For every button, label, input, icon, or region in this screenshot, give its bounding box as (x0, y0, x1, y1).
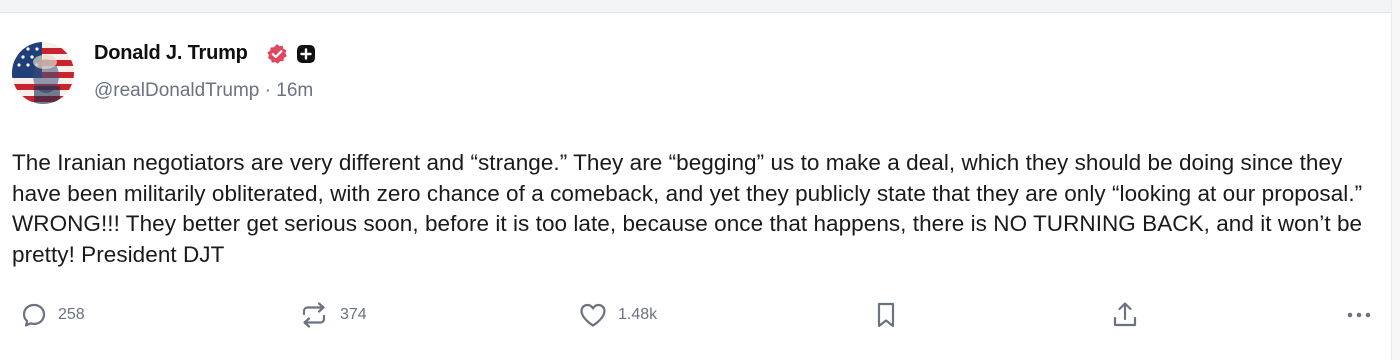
reply-button[interactable]: 258 (20, 300, 85, 330)
author-name[interactable]: Donald J. Trump (94, 42, 248, 65)
heart-icon (580, 303, 606, 327)
like-count: 1.48k (618, 306, 658, 323)
avatar[interactable] (12, 42, 74, 104)
author-handle[interactable]: @realDonaldTrump (94, 80, 259, 101)
post-body: The Iranian negotiators are very differe… (12, 150, 1363, 267)
post-card: Donald J. Trump @realDonaldTrump · 16m T… (0, 12, 1392, 360)
share-button[interactable] (1110, 300, 1140, 330)
like-button[interactable]: 1.48k (578, 300, 657, 330)
post-timestamp[interactable]: 16m (276, 80, 313, 101)
meta-separator: · (264, 80, 271, 101)
repost-icon (302, 302, 326, 328)
scroll-edge (1391, 0, 1400, 360)
repost-button[interactable]: 374 (298, 300, 367, 330)
bookmark-button[interactable] (872, 300, 900, 330)
more-options-button[interactable] (1344, 300, 1374, 330)
bookmark-icon (877, 302, 895, 328)
reply-icon (22, 303, 46, 327)
share-icon (1113, 302, 1137, 327)
verified-badge-icon (266, 43, 288, 65)
more-icon (1347, 312, 1371, 318)
repost-count: 374 (340, 306, 367, 323)
avatar-image (12, 42, 74, 104)
handle-row: @realDonaldTrump · 16m (94, 80, 313, 102)
plus-badge-icon (296, 44, 316, 64)
reply-count: 258 (58, 306, 85, 323)
